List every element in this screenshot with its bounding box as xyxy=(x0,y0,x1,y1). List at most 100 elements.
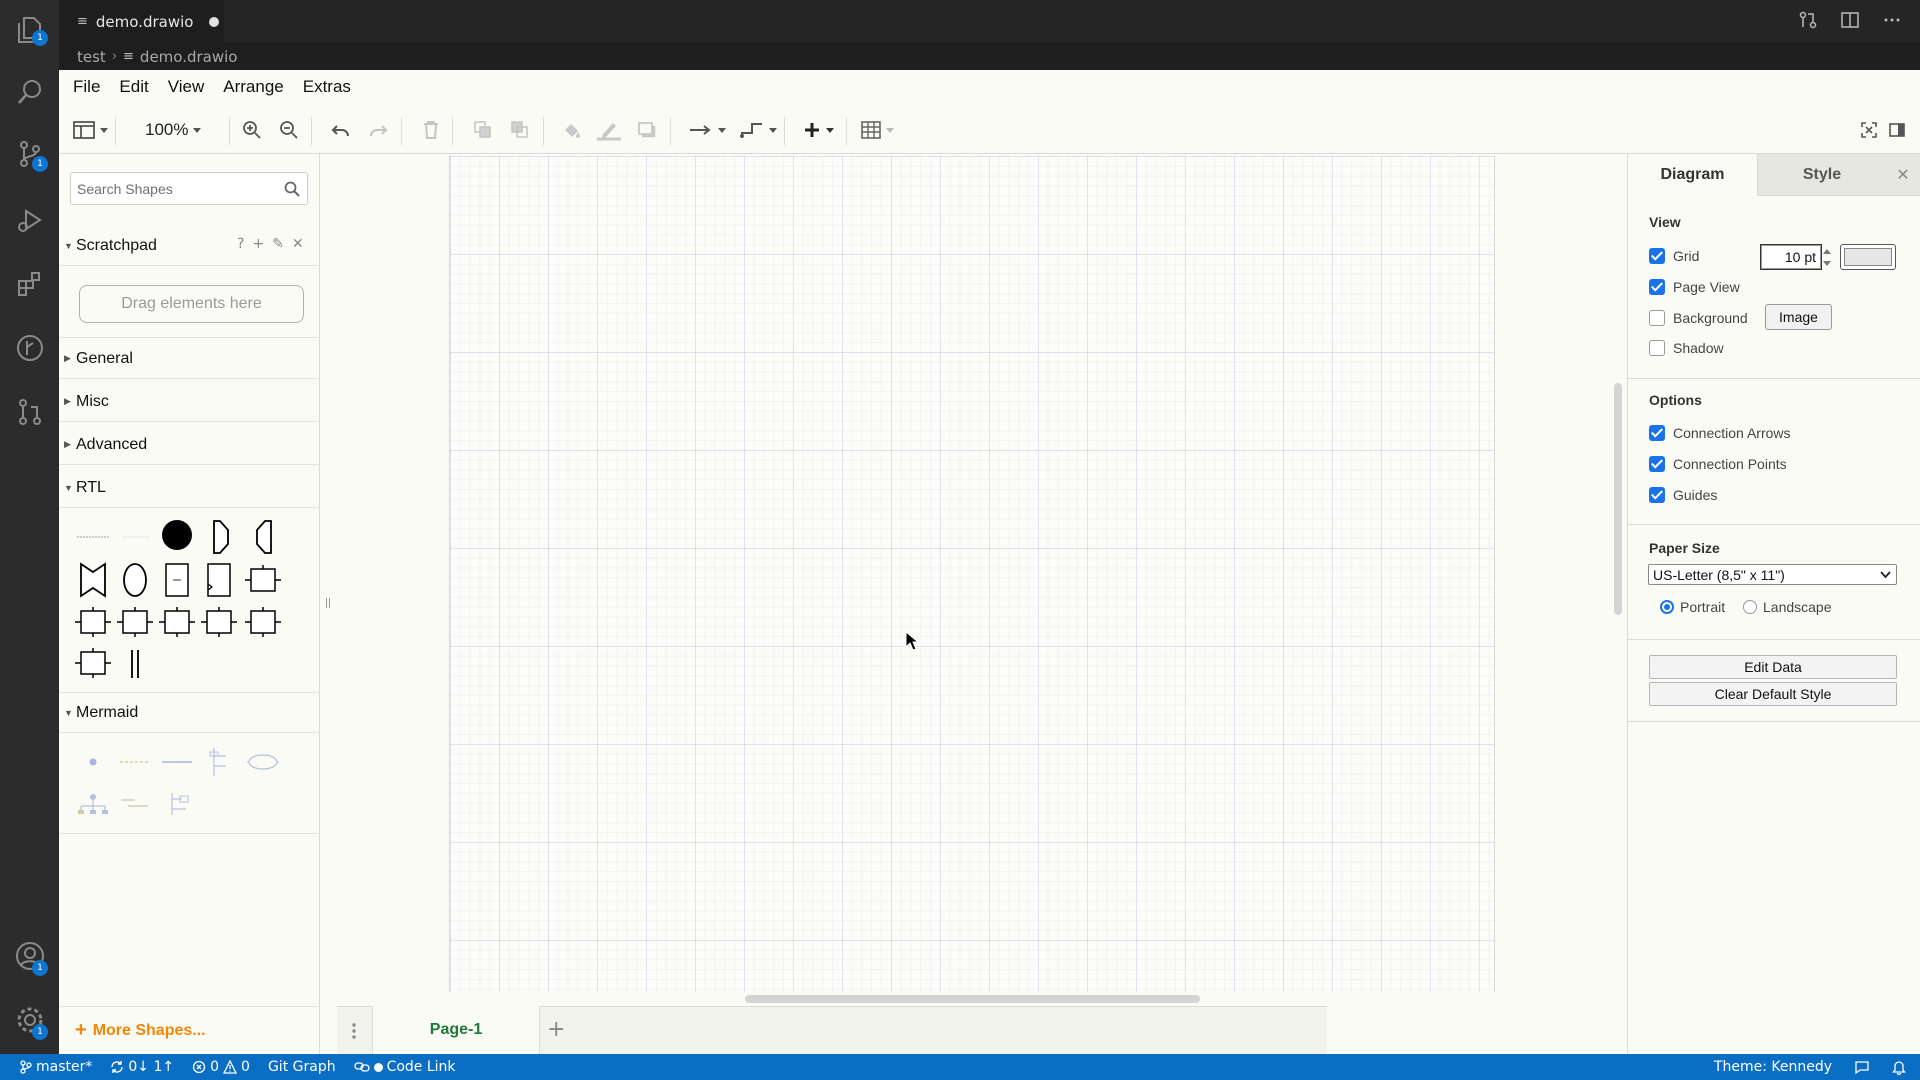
mermaid-state[interactable] xyxy=(243,742,283,782)
help-icon[interactable]: ? xyxy=(237,236,244,252)
shape-mux[interactable] xyxy=(73,560,113,600)
branch-indicator[interactable]: master* xyxy=(20,1059,92,1075)
format-panel-toggle-button[interactable] xyxy=(73,118,108,142)
source-control-icon[interactable]: 1 xyxy=(0,126,59,182)
open-changes-icon[interactable] xyxy=(1798,10,1818,34)
grid-color-button[interactable] xyxy=(1840,244,1896,270)
section-advanced[interactable]: ▶ Advanced xyxy=(59,425,320,465)
explorer-icon[interactable]: 1 xyxy=(0,2,59,58)
grid-checkbox[interactable] xyxy=(1649,248,1665,264)
connection-style-dropdown[interactable] xyxy=(689,118,726,142)
shape-flipflop[interactable] xyxy=(199,560,239,600)
stepper-down-icon[interactable] xyxy=(1823,260,1831,266)
scratchpad-drop-zone[interactable]: Drag elements here xyxy=(79,285,304,323)
shape-block-4[interactable] xyxy=(157,602,197,642)
to-back-button[interactable] xyxy=(510,118,532,142)
connection-arrows-option[interactable]: Connection Arrows xyxy=(1649,425,1791,441)
grid-size-stepper[interactable] xyxy=(1821,245,1833,269)
search-shapes-input[interactable] xyxy=(77,179,277,199)
mermaid-class[interactable] xyxy=(157,784,197,824)
horizontal-scrollbar[interactable] xyxy=(745,995,1200,1003)
clear-default-style-button[interactable]: Clear Default Style xyxy=(1649,682,1897,706)
shadow-button[interactable] xyxy=(637,118,657,142)
undo-button[interactable] xyxy=(331,118,351,142)
shape-register[interactable] xyxy=(157,560,197,600)
edit-icon[interactable]: ✎ xyxy=(272,236,284,252)
shadow-option[interactable]: Shadow xyxy=(1649,340,1724,356)
background-checkbox[interactable] xyxy=(1649,310,1665,326)
to-front-button[interactable] xyxy=(473,118,495,142)
grid-option[interactable]: Grid xyxy=(1649,248,1699,264)
shape-block-5[interactable] xyxy=(199,602,239,642)
unsaved-dot-icon[interactable] xyxy=(209,16,220,27)
more-shapes-button[interactable]: + More Shapes... xyxy=(59,1006,320,1054)
mermaid-gantt[interactable] xyxy=(115,784,155,824)
mermaid-link[interactable] xyxy=(157,742,197,782)
zoom-dropdown[interactable]: 100% xyxy=(145,118,202,142)
page-menu-icon[interactable] xyxy=(351,1022,357,1040)
portrait-radio[interactable] xyxy=(1660,600,1674,614)
split-editor-icon[interactable] xyxy=(1840,10,1860,34)
connection-points-option[interactable]: Connection Points xyxy=(1649,456,1787,472)
menu-file[interactable]: File xyxy=(73,77,100,97)
page-view-option[interactable]: Page View xyxy=(1649,279,1740,295)
connection-points-checkbox[interactable] xyxy=(1649,456,1665,472)
manage-gear-icon[interactable]: 1 xyxy=(0,992,59,1048)
line-color-button[interactable] xyxy=(597,118,621,142)
waypoints-dropdown[interactable] xyxy=(740,118,777,142)
guides-option[interactable]: Guides xyxy=(1649,487,1717,503)
shape-bus[interactable] xyxy=(115,643,155,683)
breadcrumb-file[interactable]: demo.drawio xyxy=(140,48,238,66)
fullscreen-button[interactable] xyxy=(1860,118,1878,142)
menu-extras[interactable]: Extras xyxy=(303,77,351,97)
page-tab-page-1[interactable]: Page-1 xyxy=(372,1006,540,1054)
redo-button[interactable] xyxy=(368,118,388,142)
extensions-icon[interactable] xyxy=(0,256,59,312)
sync-status[interactable]: 0↓ 1↑ xyxy=(110,1059,174,1075)
zoom-out-button[interactable] xyxy=(279,118,299,142)
search-shapes[interactable] xyxy=(70,172,308,205)
background-option[interactable]: Background xyxy=(1649,310,1748,326)
code-link-status[interactable]: Code Link xyxy=(353,1059,456,1075)
background-image-button[interactable]: Image xyxy=(1765,304,1832,330)
shape-ellipse[interactable] xyxy=(115,560,155,600)
connection-arrows-checkbox[interactable] xyxy=(1649,425,1665,441)
grid-size-field[interactable]: 10 pt xyxy=(1760,244,1822,270)
notifications-bell-icon[interactable] xyxy=(1892,1059,1906,1075)
feedback-icon[interactable] xyxy=(1854,1059,1870,1075)
section-general[interactable]: ▶ General xyxy=(59,339,320,379)
mermaid-link-dashed[interactable] xyxy=(115,742,155,782)
run-debug-icon[interactable] xyxy=(0,192,59,248)
problems-status[interactable]: 0 0 xyxy=(192,1059,250,1075)
tab-diagram[interactable]: Diagram xyxy=(1628,154,1757,196)
edit-data-button[interactable]: Edit Data xyxy=(1649,655,1897,679)
section-misc[interactable]: ▶ Misc xyxy=(59,382,320,422)
mermaid-node[interactable] xyxy=(73,742,113,782)
sidebar-splitter-handle[interactable] xyxy=(326,598,330,608)
shadow-checkbox[interactable] xyxy=(1649,340,1665,356)
page-view-checkbox[interactable] xyxy=(1649,279,1665,295)
more-actions-icon[interactable] xyxy=(1882,10,1902,34)
add-page-button[interactable]: + xyxy=(547,1017,565,1042)
menu-arrange[interactable]: Arrange xyxy=(223,77,283,97)
git-graph-icon[interactable] xyxy=(0,320,59,376)
section-rtl[interactable]: ▼ RTL xyxy=(59,468,320,508)
close-icon[interactable]: ✕ xyxy=(292,236,304,252)
portrait-option[interactable]: Portrait xyxy=(1660,599,1725,615)
search-icon[interactable] xyxy=(284,181,300,197)
section-mermaid[interactable]: ▼ Mermaid xyxy=(59,693,320,733)
shape-block-3[interactable] xyxy=(115,602,155,642)
accounts-icon[interactable]: 1 xyxy=(0,928,59,984)
vertical-scrollbar[interactable] xyxy=(1614,383,1622,615)
search-icon[interactable] xyxy=(0,64,59,120)
delete-button[interactable] xyxy=(422,118,440,142)
toggle-format-panel-button[interactable] xyxy=(1888,118,1906,142)
git-graph-status[interactable]: Git Graph xyxy=(268,1059,336,1075)
shape-block-1[interactable] xyxy=(243,560,283,600)
fill-color-button[interactable] xyxy=(561,118,583,142)
shape-input-port[interactable] xyxy=(244,517,284,557)
breadcrumb-folder[interactable]: test xyxy=(77,48,106,66)
shape-wire[interactable] xyxy=(116,517,156,557)
tab-demo-drawio[interactable]: ≡ demo.drawio xyxy=(59,0,224,43)
zoom-in-button[interactable] xyxy=(242,118,262,142)
